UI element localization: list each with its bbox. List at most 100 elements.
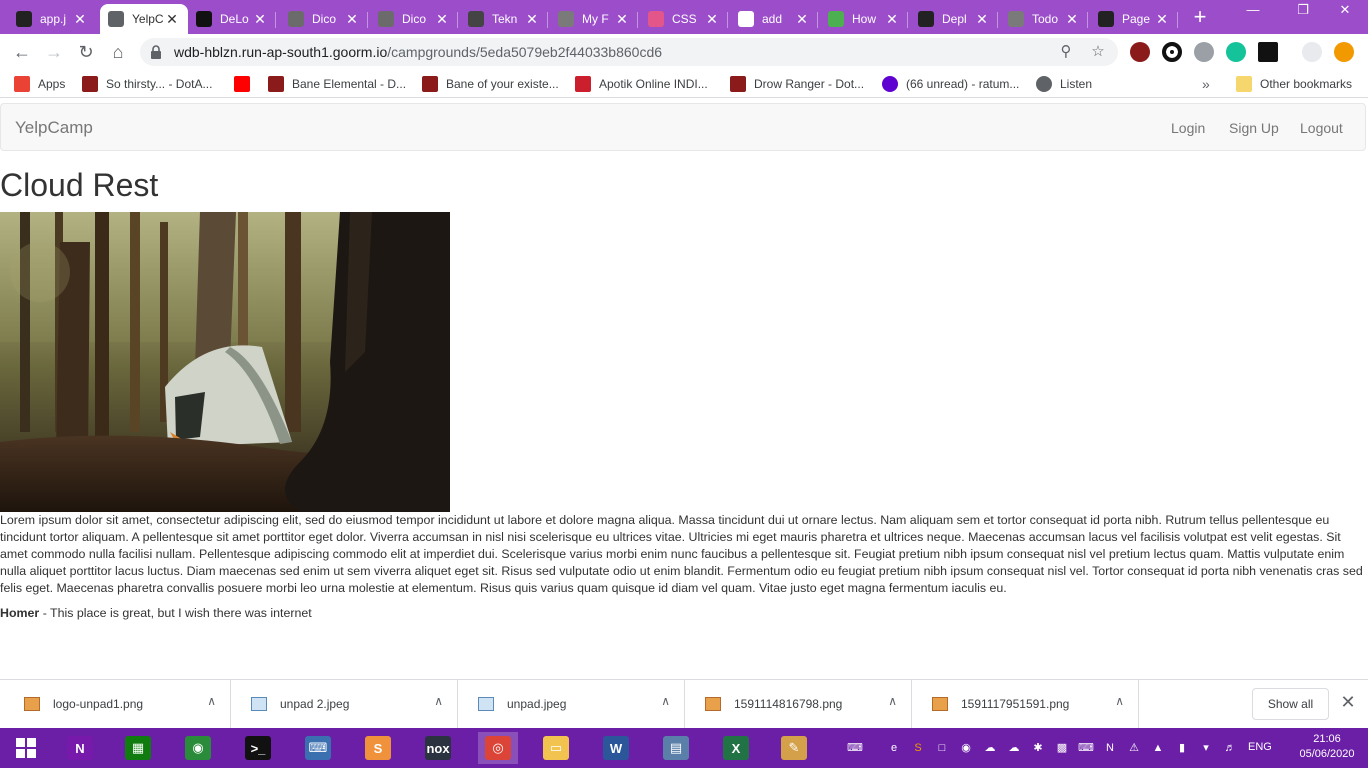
logout-link[interactable]: Logout (1300, 120, 1343, 136)
bookmark-item[interactable]: So thirsty... - DotA... (82, 75, 212, 93)
update-icon[interactable] (1334, 42, 1354, 62)
close-tab-icon[interactable]: ✕ (252, 12, 268, 26)
taskbar-keyboard-button[interactable]: ⌨ (298, 732, 338, 764)
back-icon[interactable]: ← (10, 40, 34, 64)
chevron-up-icon[interactable]: ∧ (434, 694, 443, 708)
new-tab-button[interactable]: + (1188, 6, 1212, 30)
other-bookmarks-folder[interactable]: Other bookmarks (1236, 75, 1352, 93)
bookmark-item[interactable]: Bane of your existe... (422, 75, 559, 93)
bookmarks-overflow-button[interactable]: » (1202, 76, 1210, 92)
terminal-extension-icon[interactable] (1258, 42, 1278, 62)
battery-icon[interactable]: ▮ (1174, 740, 1190, 756)
chevron-up-icon[interactable]: ∧ (661, 694, 670, 708)
taskbar-sublime-button[interactable]: S (358, 732, 398, 764)
sublime-tray-icon[interactable]: S (910, 740, 926, 756)
browser-tab[interactable]: Page ✕ (1090, 4, 1178, 34)
download-item[interactable]: unpad 2.jpeg ∧ (231, 680, 458, 729)
taskbar-windows-start-button[interactable] (6, 732, 46, 764)
address-bar[interactable]: wdb-hblzn.run-ap-south1.goorm.io/campgro… (140, 38, 1118, 66)
browser-tab[interactable]: How ✕ (820, 4, 908, 34)
home-icon[interactable]: ⌂ (106, 40, 130, 64)
taskbar-earth-button[interactable]: ◉ (178, 732, 218, 764)
browser-tab[interactable]: YelpC ✕ (100, 4, 188, 34)
signup-link[interactable]: Sign Up (1229, 120, 1279, 136)
bookmark-item[interactable]: (66 unread) - ratum... (882, 75, 1019, 93)
record-extension-icon[interactable] (1162, 42, 1182, 62)
browser-tab[interactable]: app.j ✕ (8, 4, 96, 34)
close-tab-icon[interactable]: ✕ (974, 12, 990, 26)
show-all-downloads-button[interactable]: Show all (1252, 688, 1329, 720)
speaker-icon[interactable]: ♬ (1222, 740, 1238, 756)
close-tab-icon[interactable]: ✕ (72, 12, 88, 26)
download-item[interactable]: 1591114816798.png ∧ (685, 680, 912, 729)
taskbar-chrome-button[interactable]: ◎ (478, 732, 518, 764)
browser-tab[interactable]: CSS ✕ (640, 4, 728, 34)
close-tab-icon[interactable]: ✕ (1064, 12, 1080, 26)
browser-tab[interactable]: My F ✕ (550, 4, 638, 34)
forward-icon[interactable]: → (42, 40, 66, 64)
bookmark-item[interactable]: Apps (14, 75, 65, 93)
taskbar-cmd-button[interactable]: >_ (238, 732, 278, 764)
browser-tab[interactable]: add ✕ (730, 4, 818, 34)
download-item[interactable]: logo-unpad1.png ∧ (4, 680, 231, 729)
download-item[interactable]: unpad.jpeg ∧ (458, 680, 685, 729)
close-tab-icon[interactable]: ✕ (164, 12, 180, 26)
close-download-shelf-icon[interactable]: ✕ (1338, 692, 1358, 713)
onedrive-icon[interactable]: ☁ (1006, 740, 1022, 756)
taskbar-word-button[interactable]: W (596, 732, 636, 764)
grammarly-icon[interactable] (1226, 42, 1246, 62)
bluetooth-icon[interactable]: ✱ (1030, 740, 1046, 756)
system-clock[interactable]: 21:06 05/06/2020 (1298, 732, 1356, 762)
network-app-tray-icon[interactable]: ◉ (958, 740, 974, 756)
close-window-button[interactable]: ✕ (1322, 0, 1368, 22)
bookmark-item[interactable]: Apotik Online INDI... (575, 75, 708, 93)
chevron-up-icon[interactable]: ∧ (207, 694, 216, 708)
language-indicator[interactable]: ENG (1248, 741, 1272, 753)
wifi-icon[interactable]: ▾ (1198, 740, 1214, 756)
bookmark-item[interactable] (234, 75, 258, 93)
taskbar-paint-button[interactable]: ✎ (774, 732, 814, 764)
taskbar-onenote-button[interactable]: N (60, 732, 100, 764)
taskbar-monitor-button[interactable]: ▤ (656, 732, 696, 764)
bookmark-item[interactable]: Listen (1036, 75, 1092, 93)
restore-button[interactable]: ❐ (1280, 0, 1326, 22)
taskbar-nox-button[interactable]: nox (418, 732, 458, 764)
browser-tab[interactable]: Depl ✕ (910, 4, 998, 34)
close-tab-icon[interactable]: ✕ (1154, 12, 1170, 26)
close-tab-icon[interactable]: ✕ (704, 12, 720, 26)
chevron-up-icon[interactable]: ∧ (888, 694, 897, 708)
window-tray-icon[interactable]: □ (934, 740, 950, 756)
reload-icon[interactable]: ↻ (74, 40, 98, 64)
navbar-brand[interactable]: YelpCamp (15, 118, 93, 138)
browser-tab[interactable]: Todo ✕ (1000, 4, 1088, 34)
close-tab-icon[interactable]: ✕ (614, 12, 630, 26)
close-tab-icon[interactable]: ✕ (794, 12, 810, 26)
login-link[interactable]: Login (1171, 120, 1205, 136)
browser-tab[interactable]: Tekn ✕ (460, 4, 548, 34)
download-item[interactable]: 1591117951591.png ∧ (912, 680, 1139, 729)
chevron-up-icon[interactable]: ∧ (1115, 694, 1124, 708)
minimize-button[interactable]: — (1230, 0, 1276, 22)
taskbar-explorer-button[interactable]: ▭ (536, 732, 576, 764)
browser-tab[interactable]: Dico ✕ (370, 4, 458, 34)
touch-keyboard-icon[interactable]: ⌨ (840, 740, 870, 756)
display-tray-icon[interactable]: ▩ (1054, 740, 1070, 756)
extension-icon[interactable] (1130, 42, 1150, 62)
keyboard-tray-icon[interactable]: ⌨ (1078, 740, 1094, 756)
compass-extension-icon[interactable] (1194, 42, 1214, 62)
star-icon[interactable]: ☆ (1088, 42, 1108, 62)
browser-tab[interactable]: Dico ✕ (280, 4, 368, 34)
bookmark-item[interactable]: Bane Elemental - D... (268, 75, 406, 93)
bookmark-item[interactable]: Drow Ranger - Dot... (730, 75, 864, 93)
browser-tab[interactable]: DeLo ✕ (188, 4, 276, 34)
taskbar-excel-button[interactable]: X (716, 732, 756, 764)
taskbar-store-button[interactable]: ▦ (118, 732, 158, 764)
cloud-tray-icon[interactable]: ☁ (982, 740, 998, 756)
nvidia-tray-icon[interactable]: N (1102, 740, 1118, 756)
alert-tray-icon[interactable]: ⚠ (1126, 740, 1142, 756)
edge-tray-icon[interactable]: e (886, 740, 902, 756)
close-tab-icon[interactable]: ✕ (884, 12, 900, 26)
profile-avatar[interactable] (1302, 42, 1322, 62)
zoom-icon[interactable]: ⚲ (1056, 42, 1076, 62)
close-tab-icon[interactable]: ✕ (434, 12, 450, 26)
